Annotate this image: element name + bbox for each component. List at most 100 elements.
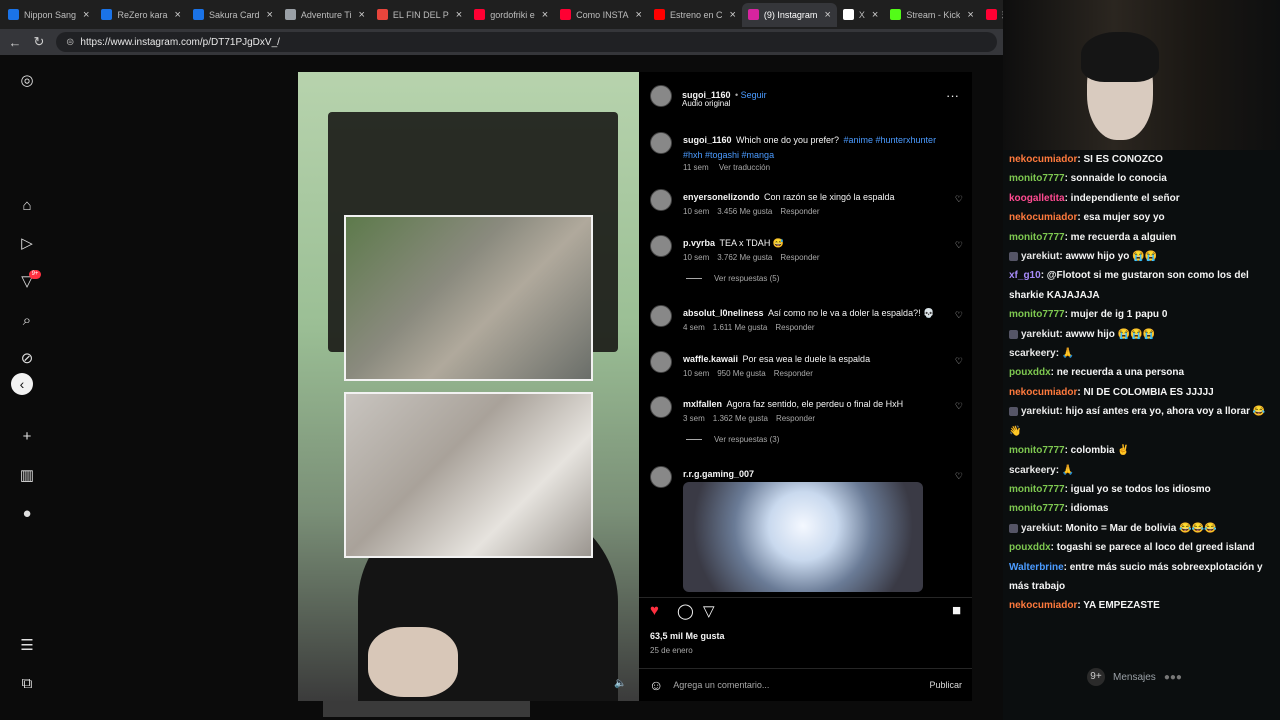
commenter-avatar[interactable] (650, 466, 672, 488)
comment-likes[interactable]: 950 Me gusta (717, 369, 765, 378)
translate-link[interactable]: Ver traducción (719, 163, 770, 172)
chat-username[interactable]: yarekiut (1021, 329, 1059, 340)
chat-username[interactable]: monito7777 (1009, 503, 1065, 514)
menu-icon[interactable]: ☰ (18, 637, 36, 655)
browser-tab[interactable]: ReZero kara × (95, 3, 186, 27)
commenter-avatar[interactable] (650, 396, 672, 418)
chat-username[interactable]: yarekiut (1021, 251, 1059, 262)
chat-username[interactable]: nekocumiador (1009, 154, 1077, 165)
comment-input[interactable]: Agrega un comentario... (673, 680, 919, 690)
commenter-username[interactable]: mxlfallen (683, 399, 722, 409)
browser-tab[interactable]: 悲しい× (980, 3, 1003, 27)
dashboard-icon[interactable]: ▥ (18, 467, 36, 485)
hashtags-line1[interactable]: #anime #hunterxhunter (844, 135, 937, 145)
reply-link[interactable]: Responder (776, 414, 815, 423)
video-scrubber[interactable] (323, 701, 530, 717)
reply-link[interactable]: Responder (775, 323, 814, 332)
chat-username[interactable]: monito7777 (1009, 173, 1065, 184)
comment-likes[interactable]: 3.456 Me gusta (717, 207, 772, 216)
comment-like-icon[interactable]: ♡ (955, 356, 963, 367)
share-icon[interactable]: ▽ (703, 602, 715, 620)
commenter-username[interactable]: r.r.g.gaming_007 (683, 469, 754, 479)
comment-like-icon[interactable]: ♡ (955, 471, 963, 482)
chat-username[interactable]: nekocumiador (1009, 387, 1077, 398)
tab-close-icon[interactable]: × (729, 9, 735, 21)
volume-icon[interactable]: 🔈 (614, 678, 626, 689)
emoji-icon[interactable]: ☺ (649, 677, 663, 693)
comment-like-icon[interactable]: ♡ (955, 240, 963, 251)
browser-tab[interactable]: Stream - Kick × (884, 3, 979, 27)
tab-close-icon[interactable]: × (636, 9, 642, 21)
chat-username[interactable]: monito7777 (1009, 232, 1065, 243)
home-icon[interactable]: ⌂ (18, 197, 36, 215)
tab-close-icon[interactable]: × (456, 9, 462, 21)
browser-tab[interactable]: Adventure Ti × (279, 3, 371, 27)
chat-username[interactable]: pouxddx (1009, 367, 1051, 378)
commenter-username[interactable]: absolut_l0neliness (683, 308, 764, 318)
comment-like-icon[interactable]: ♡ (955, 310, 963, 321)
chat-username[interactable]: scarkeery (1009, 348, 1056, 359)
tab-close-icon[interactable]: × (872, 9, 878, 21)
reel-video[interactable]: 🔈 (298, 72, 639, 701)
caption-avatar[interactable] (650, 132, 672, 154)
tab-close-icon[interactable]: × (358, 9, 364, 21)
hashtags-line2[interactable]: #hxh #togashi #manga (683, 150, 774, 160)
tab-close-icon[interactable]: × (542, 9, 548, 21)
create-icon[interactable]: + (18, 428, 36, 446)
chat-username[interactable]: xf_g10 (1009, 270, 1041, 281)
reels-icon[interactable]: ▷ (18, 235, 36, 253)
browser-tab[interactable]: EL FIN DEL P × (371, 3, 468, 27)
chat-username[interactable]: monito7777 (1009, 484, 1065, 495)
commenter-username[interactable]: enyersonelizondo (683, 192, 760, 202)
chat-username[interactable]: monito7777 (1009, 309, 1065, 320)
browser-tab[interactable]: X × (837, 3, 884, 27)
messages-button[interactable]: 9+ Mensajes ●●● (1087, 666, 1182, 688)
more-options-icon[interactable]: ··· (946, 88, 959, 103)
chat-username[interactable]: nekocumiador (1009, 600, 1077, 611)
chat-username[interactable]: yarekiut (1021, 406, 1059, 417)
tab-close-icon[interactable]: × (175, 9, 181, 21)
comment-icon[interactable]: ◯ (677, 602, 694, 620)
tab-close-icon[interactable]: × (83, 9, 89, 21)
chat-username[interactable]: Walterbrine (1009, 562, 1064, 573)
commenter-avatar[interactable] (650, 235, 672, 257)
comment-like-icon[interactable]: ♡ (955, 194, 963, 205)
audio-label[interactable]: Audio original (682, 99, 730, 108)
back-arrow-icon[interactable]: ← (8, 35, 22, 50)
reload-icon[interactable]: ↻ (32, 34, 46, 50)
tab-close-icon[interactable]: × (967, 9, 973, 21)
likes-count[interactable]: 63,5 mil Me gusta (650, 631, 725, 641)
publish-button[interactable]: Publicar (929, 680, 962, 690)
chat-username[interactable]: nekocumiador (1009, 212, 1077, 223)
browser-tab[interactable]: Nippon Sang × (2, 3, 95, 27)
comment-like-icon[interactable]: ♡ (955, 401, 963, 412)
browser-tab[interactable]: gordofriki e × (468, 3, 554, 27)
apps-icon[interactable]: ⧉ (18, 675, 36, 693)
site-info-icon[interactable]: ⊜ (66, 37, 74, 48)
reply-link[interactable]: Responder (774, 369, 813, 378)
save-bookmark-icon[interactable]: ■ (952, 602, 961, 619)
commenter-avatar[interactable] (650, 351, 672, 373)
chat-username[interactable]: monito7777 (1009, 445, 1065, 456)
caption-username[interactable]: sugoi_1160 (683, 135, 732, 145)
explore-icon[interactable]: ⊘ (18, 350, 36, 368)
commenter-avatar[interactable] (650, 305, 672, 327)
chat-username[interactable]: scarkeery (1009, 465, 1056, 476)
follow-button[interactable]: Seguir (741, 90, 767, 100)
comment-likes[interactable]: 3.762 Me gusta (717, 253, 772, 262)
tab-close-icon[interactable]: × (266, 9, 272, 21)
search-icon[interactable]: ⌕ (18, 312, 36, 330)
commenter-avatar[interactable] (650, 189, 672, 211)
like-heart-icon[interactable]: ♥ (650, 602, 659, 619)
view-replies-link[interactable]: Ver respuestas (3) (686, 435, 779, 444)
comment-likes[interactable]: 1.611 Me gusta (713, 323, 768, 332)
commenter-username[interactable]: p.vyrba (683, 238, 715, 248)
url-field[interactable]: ⊜ https://www.instagram.com/p/DT71PJgDxV… (56, 32, 997, 52)
browser-tab[interactable]: (9) Instagram × (741, 2, 837, 27)
browser-tab[interactable]: Como INSTA × (554, 3, 648, 27)
commenter-username[interactable]: waffle.kawaii (683, 354, 738, 364)
browser-tab[interactable]: Estreno en C × (648, 3, 742, 27)
reply-link[interactable]: Responder (780, 207, 819, 216)
comment-image[interactable] (683, 482, 923, 592)
author-avatar[interactable] (650, 85, 672, 107)
